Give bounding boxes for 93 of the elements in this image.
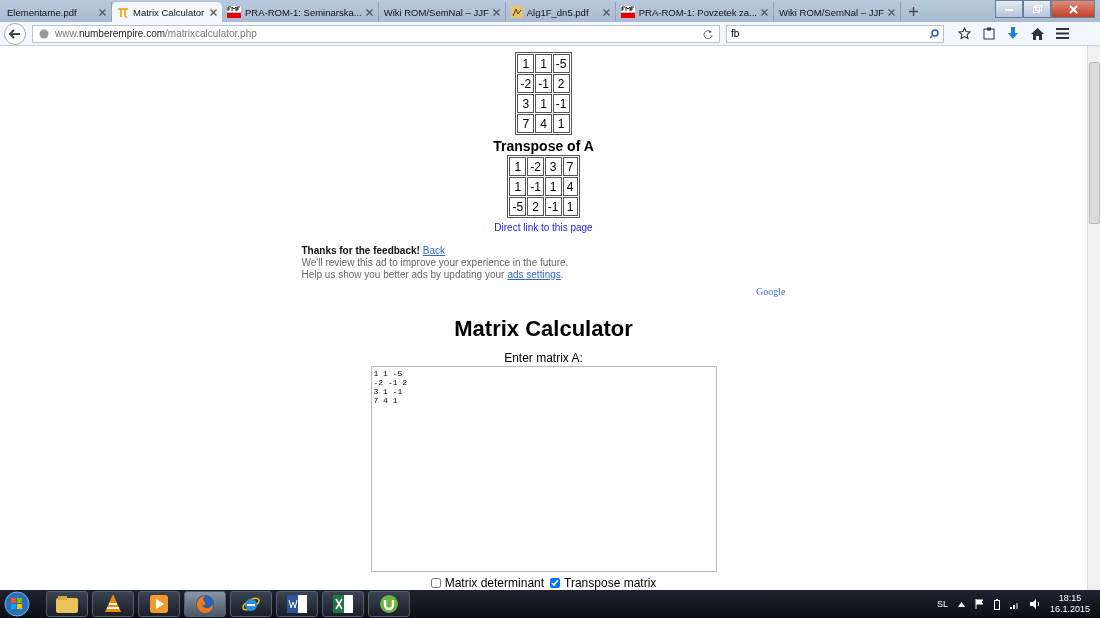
taskbar-button[interactable] <box>138 591 180 617</box>
matrix-cell: -5 <box>552 54 570 73</box>
taskbar-button[interactable] <box>46 591 88 617</box>
taskbar-button[interactable] <box>322 591 364 617</box>
download-icon[interactable] <box>1007 27 1019 40</box>
matrix-cell: -2 <box>517 74 535 93</box>
address-field[interactable]: www.numberempire.com/matrixcalculator.php <box>32 24 720 43</box>
page-title: Matrix Calculator <box>454 316 633 342</box>
logo-icon <box>620 6 635 18</box>
matrix-cell: 1 <box>552 114 570 133</box>
scrollbar[interactable] <box>1087 46 1100 590</box>
feedback-title: Thanks for the feedback! <box>301 245 420 257</box>
feedback-text: We'll review this ad to improve your experience in the future. <box>301 257 570 269</box>
torrent-icon <box>379 594 399 614</box>
direct-link[interactable]: Direct link to this page <box>494 222 593 233</box>
taskbar-button[interactable] <box>92 591 134 617</box>
close-icon[interactable] <box>365 8 373 16</box>
document-icon <box>510 6 523 18</box>
spreadsheet-icon <box>333 595 353 613</box>
reload-icon[interactable] <box>703 28 713 39</box>
menu-icon[interactable] <box>1056 28 1069 39</box>
matrix-cell: 7 <box>517 114 535 133</box>
language-indicator[interactable]: SL <box>936 599 948 609</box>
caret-icon[interactable] <box>957 601 965 607</box>
option-label: Matrix determinant <box>444 576 545 590</box>
matrix-cell: -1 <box>535 74 552 93</box>
matrix-cell: 1 <box>562 197 578 216</box>
matrix-cell: 1 <box>544 177 562 196</box>
section-heading: Transpose of A <box>493 138 594 154</box>
feedback-text: Help us show you better ads by updating your <box>301 269 505 281</box>
close-icon[interactable] <box>602 8 610 16</box>
matrix-input-field[interactable]: 1 1 -5 -2 -1 2 3 1 -1 7 4 1 <box>370 366 717 572</box>
matrix-cell: 2 <box>527 197 544 216</box>
period-text: . <box>560 269 564 281</box>
matrix-cell: 1 <box>535 94 552 113</box>
matrix-cell: 1 <box>509 177 527 196</box>
matrix-cell: 3 <box>544 157 562 176</box>
clipboard-icon[interactable] <box>983 27 995 40</box>
taskbar-button[interactable] <box>276 591 318 617</box>
taskbar-button[interactable] <box>368 591 410 617</box>
restore-button[interactable] <box>1023 0 1051 18</box>
clock[interactable]: 18:15 16.1.2015 <box>1049 593 1090 615</box>
speaker-icon[interactable] <box>1029 599 1040 609</box>
taskbar-button[interactable] <box>230 591 272 617</box>
close-icon[interactable] <box>888 8 896 16</box>
close-icon[interactable] <box>210 8 217 16</box>
matrix-cell: 1 <box>535 54 552 73</box>
ads-settings-link[interactable]: ads settings <box>507 269 561 281</box>
star-icon[interactable] <box>958 27 971 40</box>
document-icon <box>287 595 307 613</box>
brand-logo: Google <box>756 286 786 298</box>
back-button[interactable] <box>4 22 26 45</box>
matrix-cell: 1 <box>517 54 535 73</box>
checkbox[interactable] <box>430 578 441 588</box>
back-link[interactable]: Back <box>422 245 446 257</box>
new-tab-icon[interactable] <box>909 6 919 16</box>
matrix-cell: 7 <box>562 157 578 176</box>
close-icon[interactable] <box>99 8 106 16</box>
matrix-cell: -1 <box>527 177 544 196</box>
option-label: Transpose matrix <box>564 576 657 590</box>
globe-icon <box>39 28 49 39</box>
close-icon <box>1068 4 1078 14</box>
matrix-cell: 4 <box>535 114 552 133</box>
cone-icon <box>104 594 122 614</box>
back-arrow-icon <box>9 28 21 39</box>
matrix-cell: -1 <box>552 94 570 113</box>
start-button[interactable] <box>4 591 30 617</box>
matrix-cell: -2 <box>527 157 544 176</box>
browser-tab[interactable]: Matrix Calculator <box>112 2 222 22</box>
matrix-cell: 1 <box>509 157 527 176</box>
matrix-cell: 2 <box>552 74 570 93</box>
minimize-icon <box>1005 7 1013 11</box>
minimize-button[interactable] <box>995 0 1023 18</box>
close-icon[interactable] <box>761 8 768 16</box>
matrix-cell: -5 <box>509 197 527 216</box>
search-icon[interactable] <box>929 28 939 39</box>
checkbox[interactable] <box>550 578 561 588</box>
matrix-cell: -1 <box>544 197 562 216</box>
browser-icon <box>195 594 215 614</box>
folder-icon <box>56 595 78 613</box>
matrix-cell: 3 <box>517 94 535 113</box>
close-button[interactable] <box>1051 0 1095 18</box>
logo-icon <box>227 6 241 18</box>
input-label: Enter matrix A: <box>504 351 583 365</box>
home-icon[interactable] <box>1031 27 1044 40</box>
flag-icon[interactable] <box>974 599 984 609</box>
matrix-cell: 4 <box>562 177 578 196</box>
play-icon <box>150 595 168 613</box>
close-icon[interactable] <box>492 8 500 16</box>
battery-icon[interactable] <box>993 598 1000 610</box>
restore-icon <box>1032 5 1042 13</box>
pi-icon <box>117 6 129 18</box>
search-field[interactable]: fb <box>726 24 944 43</box>
